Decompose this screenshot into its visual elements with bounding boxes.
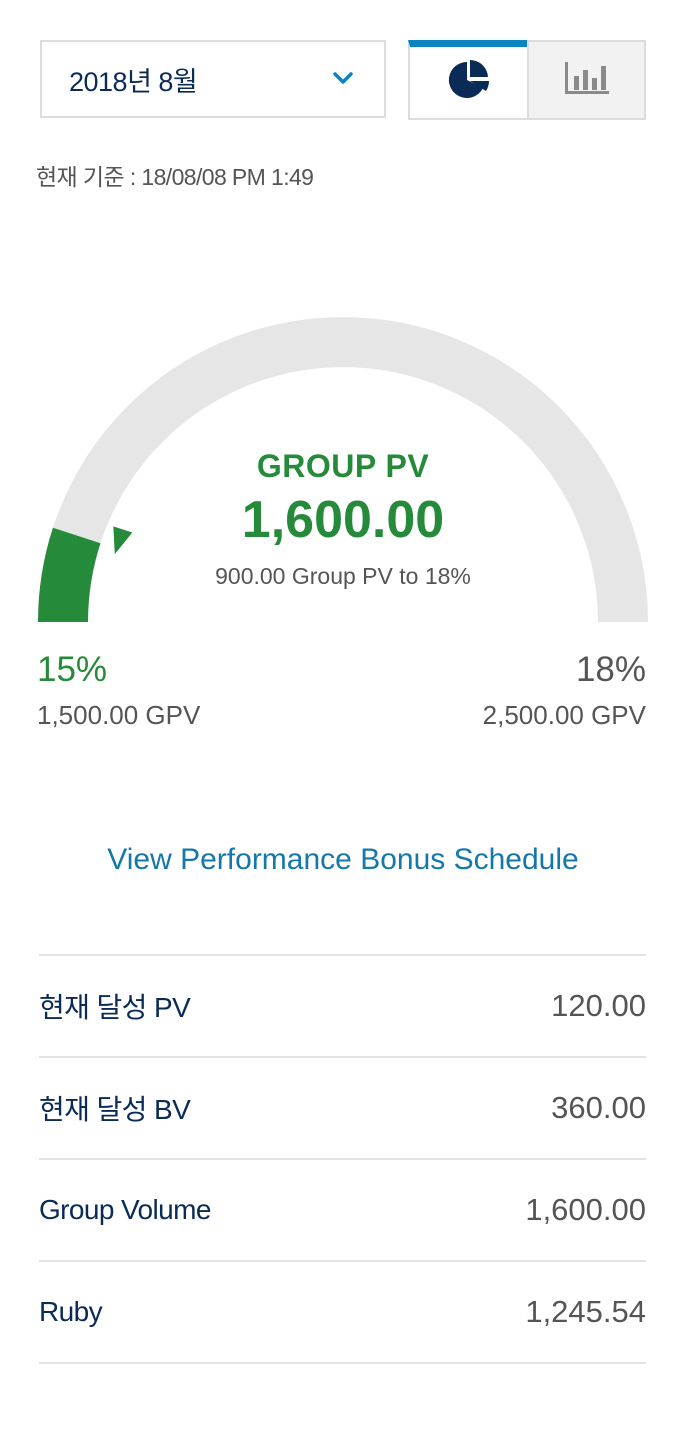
stat-value: 1,245.54 (525, 1294, 646, 1329)
stat-row: 현재 달성 PV 120.00 (39, 954, 646, 1056)
gauge-min-percent: 15% (37, 650, 108, 689)
stat-value: 360.00 (551, 1090, 646, 1125)
gauge-title: GROUP PV (256, 448, 430, 484)
stat-label: Group Volume (39, 1194, 211, 1225)
stat-label: 현재 달성 BV (39, 1094, 191, 1125)
stat-label: 현재 달성 PV (39, 992, 191, 1023)
bar-view-button[interactable] (527, 40, 646, 120)
stat-row: 현재 달성 BV 360.00 (39, 1056, 646, 1158)
stat-label: Ruby (39, 1296, 103, 1327)
stat-value: 1,600.00 (525, 1192, 646, 1227)
performance-bonus-schedule-link[interactable]: View Performance Bonus Schedule (0, 843, 686, 877)
stats-list: 현재 달성 PV 120.00 현재 달성 BV 360.00 Group Vo… (39, 954, 646, 1364)
stat-value: 120.00 (551, 988, 646, 1023)
stat-row: Group Volume 1,600.00 (39, 1158, 646, 1260)
pie-view-button[interactable] (408, 40, 527, 120)
pie-chart-icon (445, 58, 493, 107)
gauge-max-gpv: 2,500.00 GPV (482, 700, 646, 730)
month-select-value: 2018년 8월 (69, 66, 198, 97)
month-select[interactable]: 2018년 8월 (40, 40, 386, 118)
gauge-min-gpv: 1,500.00 GPV (37, 700, 201, 730)
gauge-value: 1,600.00 (241, 491, 445, 549)
gauge-max-percent: 18% (575, 650, 646, 689)
bar-chart-icon (563, 58, 611, 103)
chevron-down-icon (332, 70, 354, 91)
stat-row: Ruby 1,245.54 (39, 1260, 646, 1364)
view-toggle (408, 40, 646, 120)
gauge-subtitle: 900.00 Group PV to 18% (215, 563, 471, 589)
timestamp: 현재 기준 : 18/08/08 PM 1:49 (36, 164, 314, 190)
